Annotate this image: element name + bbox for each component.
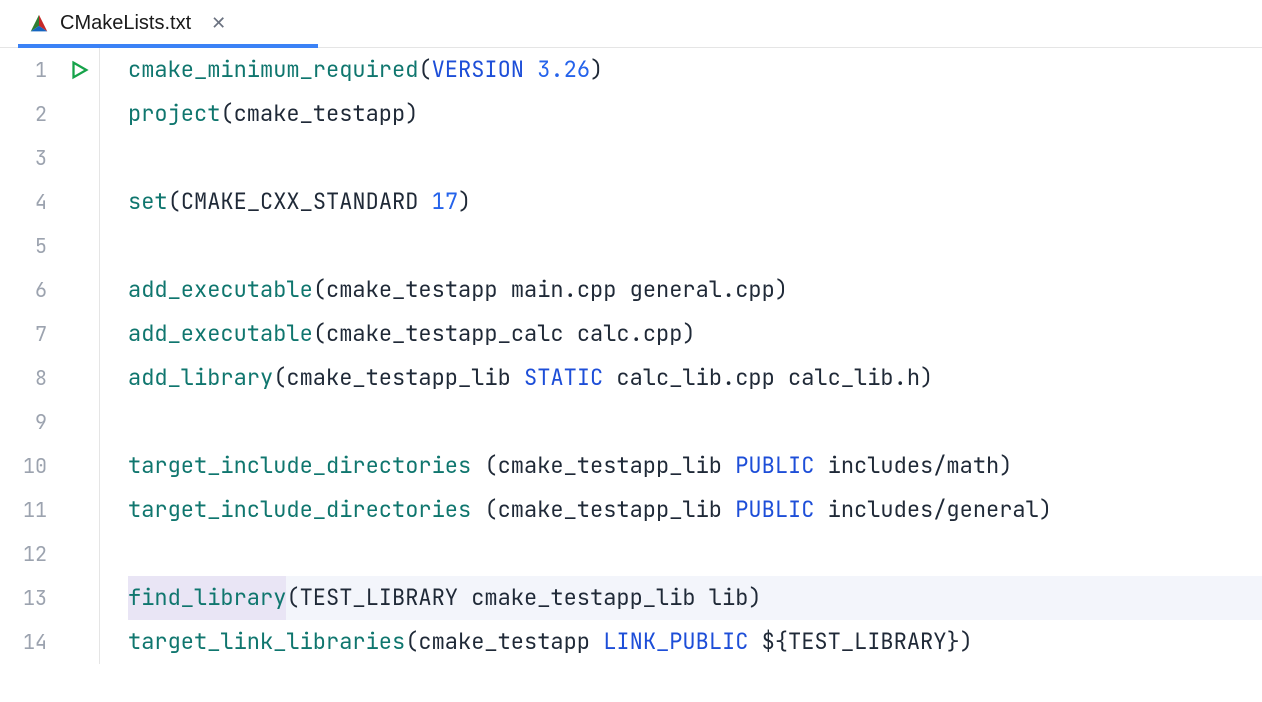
code-token: target_link_libraries (128, 620, 405, 664)
code-line[interactable]: target_include_directories (cmake_testap… (128, 444, 1262, 488)
code-token: 3.26 (537, 48, 590, 92)
code-token: PUBLIC (735, 488, 814, 532)
run-marker-gutter (58, 48, 100, 664)
code-token: LINK_PUBLIC (603, 620, 748, 664)
code-line[interactable]: find_library(TEST_LIBRARY cmake_testapp_… (128, 576, 1262, 620)
line-number: 8 (0, 356, 47, 400)
code-token: ${ (762, 620, 788, 664)
code-token: } (946, 620, 959, 664)
line-number: 12 (0, 532, 47, 576)
code-token: add_executable (128, 312, 313, 356)
code-token: TEST_LIBRARY cmake_testapp_lib lib (300, 576, 749, 620)
file-tab[interactable]: CMakeLists.txt ✕ (18, 0, 238, 47)
code-token: target_include_directories (128, 444, 471, 488)
code-token: ( (220, 92, 233, 136)
code-token: ( (313, 312, 326, 356)
line-number: 1 (0, 48, 47, 92)
close-icon[interactable]: ✕ (209, 11, 228, 36)
code-token: ( (286, 576, 299, 620)
line-number: 11 (0, 488, 47, 532)
code-token: add_executable (128, 268, 313, 312)
code-token: 17 (432, 180, 458, 224)
code-line[interactable] (128, 400, 1262, 444)
code-token: cmake_testapp_lib (286, 356, 524, 400)
code-area[interactable]: cmake_minimum_required(VERSION 3.26)proj… (100, 48, 1262, 664)
code-token: cmake_testapp (234, 92, 406, 136)
code-line[interactable]: add_executable(cmake_testapp_calc calc.c… (128, 312, 1262, 356)
code-token: ) (682, 312, 695, 356)
code-line[interactable]: project(cmake_testapp) (128, 92, 1262, 136)
line-number: 2 (0, 92, 47, 136)
code-token: ) (1039, 488, 1052, 532)
code-token: find_library (128, 576, 286, 620)
code-token: target_include_directories (128, 488, 471, 532)
code-token: ( (484, 444, 497, 488)
cmake-file-icon (28, 13, 50, 35)
code-line[interactable]: set(CMAKE_CXX_STANDARD 17) (128, 180, 1262, 224)
line-number: 7 (0, 312, 47, 356)
active-tab-underline (18, 44, 318, 48)
code-token: ) (775, 268, 788, 312)
code-token: ) (405, 92, 418, 136)
code-token: ) (920, 356, 933, 400)
code-token: ( (405, 620, 418, 664)
line-number: 4 (0, 180, 47, 224)
line-number-gutter: 1234567891011121314 (0, 48, 58, 664)
code-token: includes/general (814, 488, 1038, 532)
code-token: ) (458, 180, 471, 224)
code-token: ) (999, 444, 1012, 488)
line-number: 6 (0, 268, 47, 312)
code-editor[interactable]: 1234567891011121314 cmake_minimum_requir… (0, 48, 1262, 664)
code-token: cmake_testapp (418, 620, 603, 664)
line-number: 5 (0, 224, 47, 268)
code-token: PUBLIC (735, 444, 814, 488)
code-token: cmake_testapp_lib (498, 488, 736, 532)
code-token: calc_lib.cpp calc_lib.h (603, 356, 920, 400)
line-number: 14 (0, 620, 47, 664)
code-token: TEST_LIBRARY (788, 620, 946, 664)
code-token: includes/math (814, 444, 999, 488)
code-line[interactable]: target_include_directories (cmake_testap… (128, 488, 1262, 532)
line-number: 10 (0, 444, 47, 488)
line-number: 9 (0, 400, 47, 444)
code-token: ( (313, 268, 326, 312)
code-token: add_library (128, 356, 273, 400)
code-token: cmake_testapp_calc calc.cpp (326, 312, 682, 356)
code-token: ( (418, 48, 431, 92)
code-token: STATIC (524, 356, 603, 400)
code-line[interactable]: add_library(cmake_testapp_lib STATIC cal… (128, 356, 1262, 400)
code-line[interactable]: cmake_minimum_required(VERSION 3.26) (128, 48, 1262, 92)
code-token: ( (484, 488, 497, 532)
tab-bar: CMakeLists.txt ✕ (0, 0, 1262, 48)
code-line[interactable] (128, 224, 1262, 268)
run-icon[interactable] (68, 59, 90, 81)
code-token: ( (168, 180, 181, 224)
code-token (471, 444, 484, 488)
line-number: 3 (0, 136, 47, 180)
code-token: VERSION (432, 48, 524, 92)
code-token (524, 48, 537, 92)
code-line[interactable] (128, 532, 1262, 576)
code-token: ) (960, 620, 973, 664)
code-token: CMAKE_CXX_STANDARD (181, 180, 432, 224)
code-token: cmake_testapp_lib (498, 444, 736, 488)
code-line[interactable]: add_executable(cmake_testapp main.cpp ge… (128, 268, 1262, 312)
code-token: ) (590, 48, 603, 92)
code-line[interactable] (128, 136, 1262, 180)
code-token: set (128, 180, 168, 224)
code-token (471, 488, 484, 532)
code-token (748, 620, 761, 664)
line-number: 13 (0, 576, 47, 620)
code-token: ) (748, 576, 761, 620)
code-token: ( (273, 356, 286, 400)
code-token: project (128, 92, 220, 136)
tab-filename: CMakeLists.txt (60, 12, 191, 35)
code-token: cmake_minimum_required (128, 48, 418, 92)
code-token: cmake_testapp main.cpp general.cpp (326, 268, 775, 312)
code-line[interactable]: target_link_libraries(cmake_testapp LINK… (128, 620, 1262, 664)
